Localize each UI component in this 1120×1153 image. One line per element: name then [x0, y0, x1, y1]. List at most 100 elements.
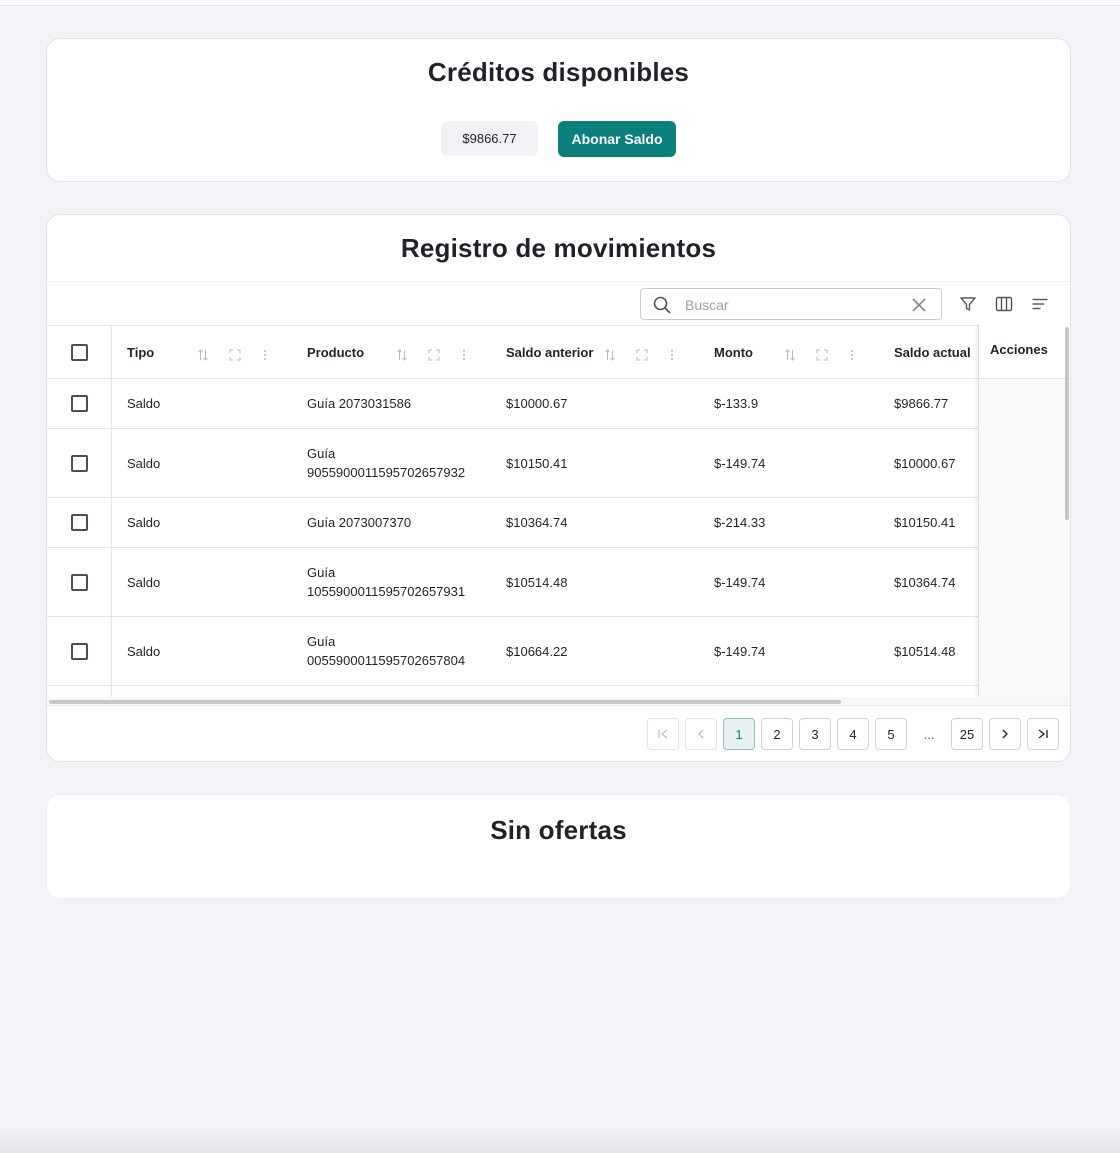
col-monto-label: Monto	[714, 345, 753, 360]
col-saldo-anterior-label: Saldo anterior	[506, 345, 594, 360]
sort-icon[interactable]	[604, 349, 616, 361]
resize-icon[interactable]	[636, 349, 648, 361]
cell-monto: $-149.74	[714, 575, 766, 590]
cell-saldo-actual: $10000.67	[894, 456, 956, 471]
offers-card: Sin ofertas	[46, 794, 1071, 899]
resize-icon[interactable]	[816, 349, 828, 361]
table-row[interactable]: Saldo Guía 2073007370 $10364.74 $-214.33…	[47, 498, 1070, 548]
columns-icon[interactable]	[995, 295, 1013, 313]
cell-tipo: Saldo	[127, 575, 161, 590]
cell-tipo: Saldo	[127, 515, 161, 530]
sort-icon[interactable]	[784, 349, 796, 361]
credits-actions: $9866.77 Abonar Saldo	[47, 121, 1070, 157]
first-page-button[interactable]	[647, 718, 679, 750]
cell-producto: Guía 2073031586	[307, 396, 412, 411]
col-producto-label: Producto	[307, 345, 365, 360]
offers-title: Sin ofertas	[490, 815, 627, 845]
horizontal-scrollbar[interactable]	[49, 700, 841, 704]
density-icon[interactable]	[1031, 295, 1049, 313]
page-ellipsis: ...	[923, 726, 935, 742]
row-checkbox[interactable]	[71, 643, 88, 660]
resize-icon[interactable]	[428, 349, 440, 361]
last-page-icon	[1038, 729, 1048, 739]
selection-column-divider	[111, 325, 112, 697]
cell-producto-line1: Guía	[307, 634, 336, 649]
cell-saldo-anterior: $10000.67	[506, 396, 568, 411]
search-icon	[653, 296, 671, 314]
next-page-button[interactable]	[989, 718, 1021, 750]
vertical-scrollbar[interactable]	[1065, 327, 1069, 520]
cell-producto: Guía 0055900011595702657804	[307, 632, 465, 670]
resize-icon[interactable]	[229, 349, 241, 361]
sort-icon[interactable]	[197, 349, 209, 361]
cell-saldo-actual: $10364.74	[894, 575, 956, 590]
bottom-edge-shade	[0, 1128, 1120, 1153]
cell-saldo-anterior: $10514.48	[506, 575, 568, 590]
page-button-last[interactable]: 25	[951, 718, 983, 750]
cell-producto: Guía 1055900011595702657931	[307, 563, 465, 601]
cell-monto: $-149.74	[714, 644, 766, 659]
col-tipo[interactable]: Tipo	[127, 326, 154, 379]
cell-saldo-anterior: $10364.74	[506, 515, 568, 530]
cell-producto: Guía 2073007370	[307, 515, 412, 530]
row-checkbox[interactable]	[71, 455, 88, 472]
table-toolbar	[47, 281, 1070, 325]
page-button-1[interactable]: 1	[723, 718, 755, 750]
cell-producto-line1: Guía	[307, 565, 336, 580]
col-acciones: Acciones	[979, 325, 1070, 379]
select-all-checkbox[interactable]	[71, 344, 88, 361]
cell-monto: $-214.33	[714, 515, 766, 530]
table-row[interactable]: Saldo Guía 9055900011595702657932 $10150…	[47, 429, 1070, 498]
credits-card: Créditos disponibles $9866.77 Abonar Sal…	[46, 38, 1071, 182]
credits-title: Créditos disponibles	[427, 57, 690, 87]
cell-monto: $-133.9	[714, 396, 759, 411]
movements-card: Registro de movimientos Buscar Tipo Prod…	[46, 214, 1071, 762]
cell-monto: $-149.74	[714, 456, 766, 471]
cell-producto-line2: 0055900011595702657804	[307, 653, 466, 668]
column-menu-icon[interactable]	[259, 349, 271, 361]
cell-tipo: Saldo	[127, 644, 161, 659]
movements-title: Registro de movimientos	[400, 233, 717, 263]
movements-table: Tipo Producto Saldo anterior Monto Saldo…	[47, 325, 1070, 697]
table-row[interactable]: Saldo Guía 1055900011595702657931 $10514…	[47, 548, 1070, 617]
page-button-4[interactable]: 4	[837, 718, 869, 750]
balance-display: $9866.77	[441, 121, 538, 156]
page-button-5[interactable]: 5	[875, 718, 907, 750]
cell-producto: Guía 9055900011595702657932	[307, 444, 465, 482]
search-box[interactable]	[640, 288, 942, 320]
topup-button[interactable]: Abonar Saldo	[558, 121, 676, 157]
column-menu-icon[interactable]	[666, 349, 678, 361]
actions-column: Acciones	[978, 325, 1070, 697]
table-row[interactable]: Saldo Guía 2073031586 $10000.67 $-133.9 …	[47, 379, 1070, 429]
page-button-2[interactable]: 2	[761, 718, 793, 750]
chevron-right-icon	[1002, 729, 1008, 739]
sort-icon[interactable]	[396, 349, 408, 361]
table-header: Tipo Producto Saldo anterior Monto Saldo…	[47, 325, 1070, 379]
top-bar	[0, 0, 1120, 6]
column-menu-icon[interactable]	[846, 349, 858, 361]
col-saldo-anterior[interactable]: Saldo anterior	[506, 326, 593, 379]
page-button-3[interactable]: 3	[799, 718, 831, 750]
last-page-button[interactable]	[1027, 718, 1059, 750]
clear-search-icon[interactable]	[911, 297, 927, 313]
filter-icon[interactable]	[959, 295, 977, 313]
col-monto[interactable]: Monto	[714, 326, 753, 379]
row-checkbox[interactable]	[71, 574, 88, 591]
pagination: 1 2 3 4 5 ... 25	[47, 705, 1070, 761]
cell-saldo-anterior: $10664.22	[506, 644, 568, 659]
search-input[interactable]	[685, 295, 895, 315]
cell-saldo-actual: $10150.41	[894, 515, 956, 530]
row-checkbox[interactable]	[71, 395, 88, 412]
col-producto[interactable]: Producto	[307, 326, 364, 379]
col-saldo-actual[interactable]: Saldo actual	[894, 326, 971, 379]
cell-producto-line2: 9055900011595702657932	[307, 465, 466, 480]
row-checkbox[interactable]	[71, 514, 88, 531]
cell-tipo: Saldo	[127, 396, 161, 411]
cell-producto-line2: 1055900011595702657931	[307, 584, 466, 599]
prev-page-button[interactable]	[685, 718, 717, 750]
cell-saldo-anterior: $10150.41	[506, 456, 568, 471]
table-row[interactable]: Saldo Guía 0055900011595702657804 $10664…	[47, 617, 1070, 686]
column-menu-icon[interactable]	[458, 349, 470, 361]
cell-saldo-actual: $9866.77	[894, 396, 949, 411]
cell-tipo: Saldo	[127, 456, 161, 471]
